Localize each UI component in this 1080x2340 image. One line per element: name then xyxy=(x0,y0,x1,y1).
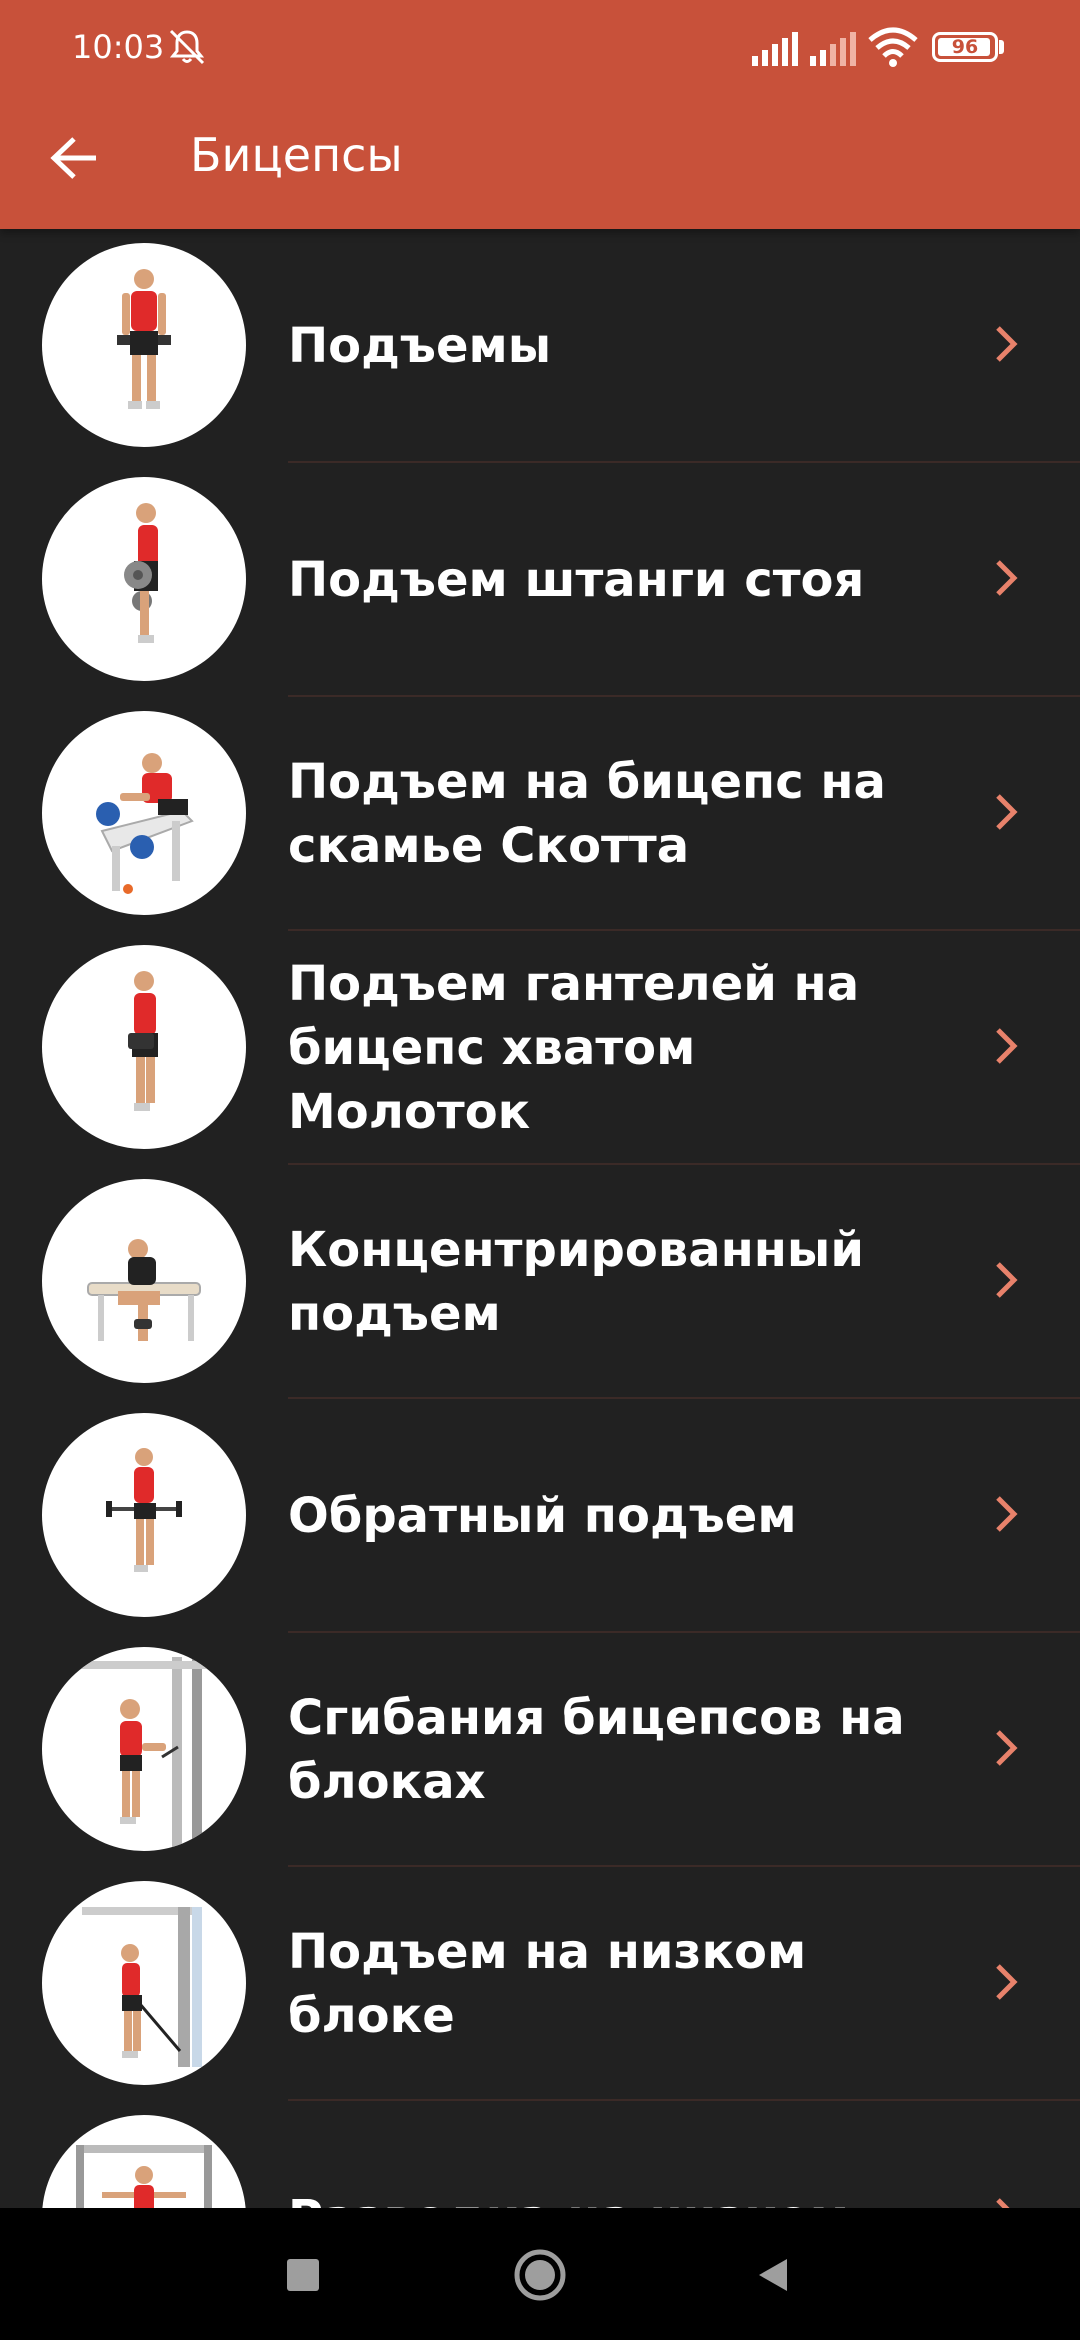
chevron-right-icon xyxy=(996,1730,1018,1766)
signal-icon xyxy=(752,32,798,66)
exercise-thumbnail xyxy=(42,243,246,447)
exercise-label: Подъемы xyxy=(288,318,552,374)
home-circle-icon xyxy=(514,2249,566,2301)
exercise-label: Сгибания бицепсов на блоках xyxy=(288,1690,905,1810)
recents-button[interactable] xyxy=(266,2238,340,2312)
battery-icon: 96 xyxy=(932,32,998,62)
status-time: 10:03 xyxy=(72,28,165,66)
exercise-thumbnail xyxy=(42,477,246,681)
chevron-right-icon xyxy=(996,326,1018,362)
exercise-item[interactable]: Подъем штанги стоя xyxy=(0,463,1080,697)
chevron-right-icon xyxy=(996,1262,1018,1298)
exercise-label: Подъем на низком блоке xyxy=(288,1924,807,2044)
page-title: Бицепсы xyxy=(190,128,403,182)
exercise-thumbnail xyxy=(42,1179,246,1383)
mute-icon xyxy=(169,29,205,65)
exercise-item[interactable]: Сгибания бицепсов на блоках xyxy=(0,1633,1080,1867)
exercise-label: Обратный подъем xyxy=(288,1488,797,1544)
back-triangle-icon xyxy=(759,2259,787,2291)
chevron-right-icon xyxy=(996,1496,1018,1532)
chevron-right-icon xyxy=(996,560,1018,596)
toolbar: Бицепсы xyxy=(0,100,1080,229)
battery-percent: 96 xyxy=(951,36,979,58)
exercise-label: Подъем штанги стоя xyxy=(288,552,865,608)
back-button[interactable] xyxy=(36,120,112,196)
exercise-thumbnail xyxy=(42,711,246,915)
exercise-list[interactable]: Подъемы Подъем штанги стоя Подъем на биц… xyxy=(0,229,1080,2208)
recents-square-icon xyxy=(287,2259,319,2291)
exercise-item[interactable]: Обратный подъем xyxy=(0,1399,1080,1633)
exercise-item[interactable]: Подъем на низком блоке xyxy=(0,1867,1080,2101)
status-bar: 10:03 96 xyxy=(0,0,1080,100)
exercise-item[interactable]: Подъем гантелей на бицепс хватом Молоток xyxy=(0,931,1080,1165)
system-nav-bar xyxy=(0,2208,1080,2340)
chevron-right-icon xyxy=(996,1028,1018,1064)
exercise-thumbnail xyxy=(42,945,246,1149)
exercise-label: Подъем гантелей на бицепс хватом Молоток xyxy=(288,956,860,1140)
home-button[interactable] xyxy=(503,2238,577,2312)
signal-icon xyxy=(810,32,856,66)
nav-back-button[interactable] xyxy=(736,2238,810,2312)
exercise-item[interactable]: Подъемы xyxy=(0,229,1080,463)
battery-tip xyxy=(999,40,1004,54)
exercise-label: Концентрированный подъем xyxy=(288,1222,864,1342)
chevron-right-icon xyxy=(996,2198,1010,2208)
exercise-item[interactable]: Концентрированный подъем xyxy=(0,1165,1080,1399)
exercise-label: Разводка на низком xyxy=(288,2101,948,2208)
chevron-right-icon xyxy=(996,1964,1018,2000)
exercise-thumbnail xyxy=(42,2115,246,2208)
arrow-left-icon xyxy=(50,137,96,179)
exercise-label: Подъем на бицепс на скамье Скотта xyxy=(288,754,886,874)
app-header: 10:03 96 Бицепсы xyxy=(0,0,1080,229)
wifi-icon xyxy=(868,27,918,67)
exercise-thumbnail xyxy=(42,1647,246,1851)
exercise-thumbnail xyxy=(42,1881,246,2085)
exercise-thumbnail xyxy=(42,1413,246,1617)
chevron-right-icon xyxy=(996,794,1018,830)
exercise-item[interactable]: Подъем на бицепс на скамье Скотта xyxy=(0,697,1080,931)
screen: 10:03 96 Бицепсы Подъемы Подъем штанги с… xyxy=(0,0,1080,2340)
exercise-item[interactable]: Разводка на низком xyxy=(0,2101,1080,2208)
